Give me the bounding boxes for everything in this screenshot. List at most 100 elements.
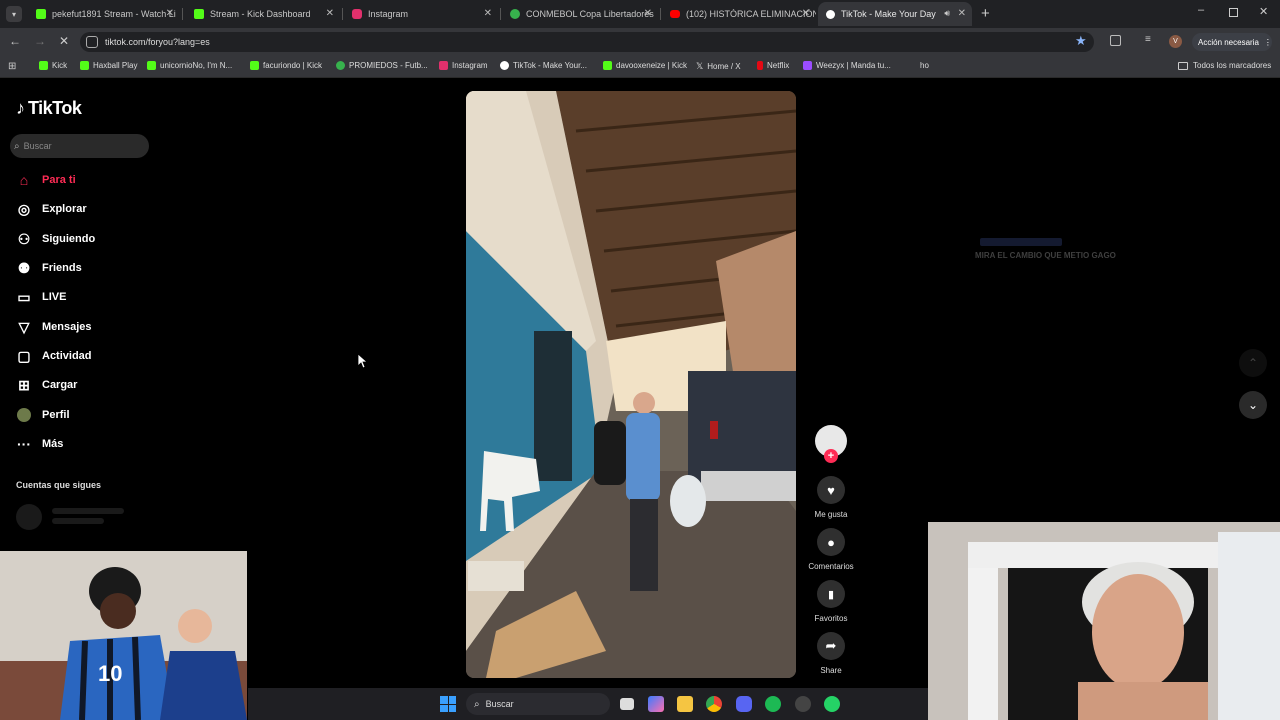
forward-button[interactable]: → [34,34,46,48]
restore-button[interactable] [1229,8,1238,17]
task-view-icon[interactable] [620,698,634,710]
tiktok-logo[interactable]: ♪ TikTok [16,98,82,119]
spotify-icon[interactable] [765,696,781,712]
tiktok-icon [826,9,835,19]
nav-friends[interactable]: ⚉ Friends [16,260,82,276]
copilot-icon[interactable] [648,696,664,712]
bookmark-tiktok[interactable]: TikTok - Make Your... [500,61,587,70]
tab-kick-dashboard[interactable]: Stream - Kick Dashboard ✕ [186,2,340,26]
site-info-icon[interactable] [86,36,98,48]
obs-icon[interactable] [795,696,811,712]
avatar[interactable]: V [1169,35,1182,48]
search-input[interactable]: Buscar [24,141,52,151]
favorites-label: Favoritos [814,614,848,623]
extensions-icon[interactable] [1110,35,1121,46]
bookmark-x[interactable]: 𝕏 Home / X [696,61,741,72]
close-icon[interactable]: ✕ [166,8,174,19]
bookmark-promiedos[interactable]: PROMIEDOS - Futb... [336,61,428,70]
apps-grid-icon[interactable]: ⊞ [8,61,16,72]
kick-icon [36,9,46,19]
bookmark-weezyx[interactable]: Weezyx | Manda tu... [803,61,891,70]
tab-youtube[interactable]: (102) HISTÓRICA ELIMINACIÓN ✕ [662,2,816,26]
tab-tiktok[interactable]: TikTok - Make Your Day 🔊︎ ✕ [818,2,972,26]
like-label: Me gusta [814,510,848,519]
following-icon: ⚇ [17,230,31,247]
nav-explore[interactable]: ◎ Explorar [16,201,87,217]
search-box[interactable]: ⌕ Buscar [10,134,149,158]
speaker-icon[interactable]: 🔊︎ [944,8,950,19]
kick-icon [147,61,156,70]
next-video-button[interactable]: ⌄ [1239,391,1267,419]
bookmark-star-icon[interactable]: ★ [1075,33,1087,49]
following-placeholder-line [52,508,124,514]
creator-avatar-button[interactable]: + [815,425,847,463]
share-button[interactable]: ➦ Share [815,632,847,675]
close-icon[interactable]: ✕ [644,8,652,19]
new-tab-button[interactable]: + [981,5,990,22]
tab-conmebol[interactable]: CONMEBOL Copa Libertadores ✕ [502,2,658,26]
mouse-cursor [358,354,367,368]
file-explorer-icon[interactable] [677,696,693,712]
windows-start-icon[interactable] [440,696,456,712]
search-icon: ⌕ [474,698,480,710]
bookmark-instagram[interactable]: Instagram [439,61,488,70]
back-button[interactable]: ← [9,34,21,48]
tiktok-note-icon: ♪ [16,98,25,118]
follow-plus-icon[interactable]: + [824,449,838,463]
overlay-logo [980,238,1062,246]
tab-instagram[interactable]: Instagram ✕ [344,2,498,26]
bookmark-ho[interactable]: ho [920,61,929,70]
address-bar[interactable] [80,32,1094,52]
favorites-button[interactable]: ▮ Favoritos [815,580,847,623]
discord-icon[interactable] [736,696,752,712]
more-vertical-icon: ⋮ [1263,37,1272,47]
bookmark-netflix[interactable]: Netflix [757,61,789,70]
taskbar-search[interactable]: ⌕ Buscar [466,693,610,715]
comments-button[interactable]: ● Comentarios [808,528,854,571]
bookmark-facuriondo[interactable]: facuriondo | Kick [250,61,322,70]
video-player[interactable] [466,91,796,678]
close-window-button[interactable]: ✕ [1259,5,1268,18]
comments-label: Comentarios [808,562,854,571]
svg-text:10: 10 [98,661,122,686]
tab-kick-stream[interactable]: pekefut1891 Stream - Watch Li ✕ [28,2,180,26]
home-icon: ⌂ [19,172,29,188]
overlay-caption: MIRA EL CAMBIO QUE METIO GAGO [975,251,1116,260]
avatar [16,407,32,423]
tab-search-button[interactable]: ▾ [6,6,22,22]
close-icon[interactable]: ✕ [326,8,334,19]
like-button[interactable]: ♥ Me gusta [815,476,847,519]
nav-for-you[interactable]: ⌂ Para ti [16,172,76,188]
bookmark-kick[interactable]: Kick [39,61,67,70]
bookmark-haxball[interactable]: Haxball Play [80,61,137,70]
youtube-icon [670,10,680,18]
bookmark-unicornio[interactable]: unicornioNo, I'm N... [147,61,232,70]
nav-activity[interactable]: ▢ Actividad [16,348,91,364]
conmebol-icon [510,9,520,19]
previous-video-button[interactable]: ⌃ [1239,349,1267,377]
minimize-button[interactable]: – [1198,4,1204,16]
nav-profile[interactable]: Perfil [16,407,70,423]
whatsapp-icon[interactable] [824,696,840,712]
stop-loading-button[interactable]: ✕ [59,34,69,48]
media-control-icon[interactable]: ≡ [1145,34,1151,45]
nav-more[interactable]: ··· Más [16,436,63,452]
close-icon[interactable]: ✕ [802,8,810,19]
url-text[interactable]: tiktok.com/foryou?lang=es [105,37,210,47]
all-bookmarks[interactable]: Todos los marcadores [1178,61,1271,70]
share-arrow-icon: ➦ [817,632,845,660]
bookmark-davooxeneize[interactable]: davooxeneize | Kick [603,61,687,70]
nav-live[interactable]: ▭ LIVE [16,289,66,305]
kick-icon [39,61,48,70]
chrome-icon[interactable] [706,696,722,712]
nav-messages[interactable]: ▽ Mensajes [16,319,92,335]
tiktok-icon [500,61,509,70]
nav-upload[interactable]: ⊞ Cargar [16,377,77,393]
tab-divider [342,8,343,20]
instagram-icon [352,9,362,19]
webcam-overlay [928,522,1280,720]
close-icon[interactable]: ✕ [484,8,492,19]
close-icon[interactable]: ✕ [958,8,966,19]
nav-following[interactable]: ⚇ Siguiendo [16,231,95,247]
action-needed-button[interactable]: Acción necesaria ⋮ [1192,33,1272,51]
